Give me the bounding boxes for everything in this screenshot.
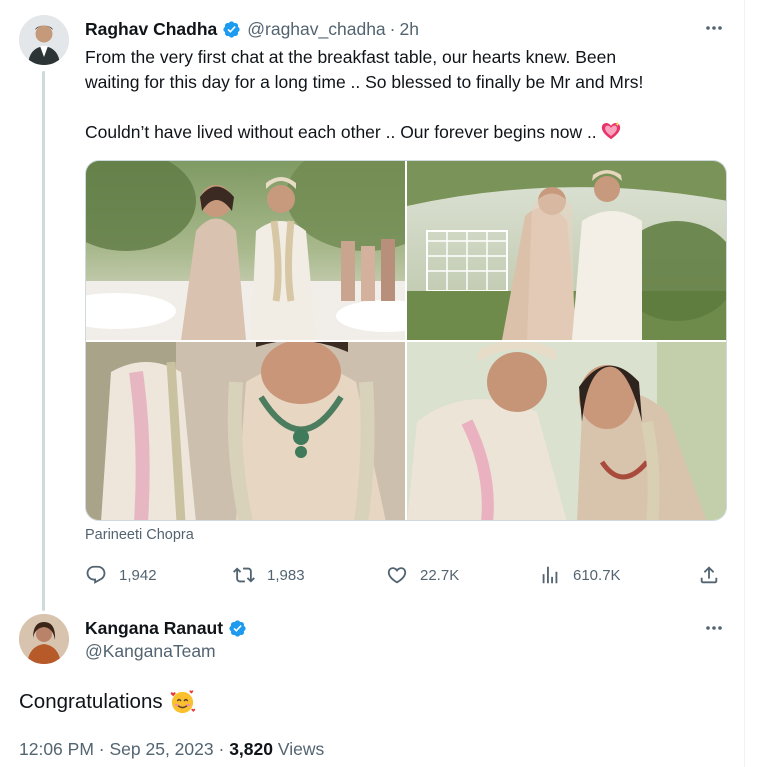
retweet-button[interactable]: 1,983: [233, 562, 305, 588]
media-grid[interactable]: [85, 160, 727, 521]
tweet-header: Raghav Chadha @raghav_chadha · 2h: [85, 17, 419, 41]
tweet-text-line: From the very first chat at the breakfas…: [85, 47, 617, 67]
retweet-count: 1,983: [267, 566, 305, 584]
tweet-text-line: waiting for this day for a long time .. …: [85, 72, 644, 92]
separator-dot: ·: [389, 18, 396, 39]
post-date[interactable]: Sep 25, 2023: [109, 739, 213, 759]
right-border: [744, 0, 745, 767]
heart-icon: [387, 567, 407, 584]
separator-dot: ·: [98, 739, 105, 759]
like-button[interactable]: 22.7K: [386, 562, 459, 588]
analytics-icon: [542, 566, 558, 584]
smiling-face-with-hearts-icon: [169, 688, 196, 715]
tweet[interactable]: Raghav Chadha @raghav_chadha · 2h From t…: [0, 0, 744, 611]
more-options-icon[interactable]: [702, 616, 726, 640]
reply-count: 1,942: [119, 566, 157, 584]
reply-author: Kangana Ranaut: [85, 616, 253, 640]
verified-badge-icon: [228, 619, 247, 638]
more-options-icon[interactable]: [702, 16, 726, 40]
avatar[interactable]: [19, 614, 69, 664]
wedding-photo-4[interactable]: [407, 342, 726, 520]
reply-button[interactable]: 1,942: [85, 562, 157, 588]
author-name[interactable]: Raghav Chadha: [85, 19, 217, 40]
views-button[interactable]: 610.7K: [539, 562, 621, 588]
tweet-actions: 1,942 1,983 22.7K 610.7K: [85, 562, 725, 588]
media-caption[interactable]: Parineeti Chopra: [85, 527, 194, 543]
reply-text-content: Congratulations: [19, 689, 163, 713]
views-label: Views: [277, 739, 325, 759]
reply-icon: [86, 565, 106, 584]
share-icon: [700, 566, 718, 584]
author-name[interactable]: Kangana Ranaut: [85, 618, 223, 639]
thread-line: [42, 71, 45, 611]
tweet-text: From the very first chat at the breakfas…: [85, 45, 735, 145]
author-handle[interactable]: @raghav_chadha: [247, 19, 385, 40]
post-time[interactable]: 12:06 PM: [19, 739, 94, 759]
like-count: 22.7K: [420, 566, 460, 584]
retweet-icon: [233, 567, 255, 583]
views-count: 610.7K: [573, 566, 621, 584]
views-count: 3,820: [229, 739, 273, 759]
tweet-time[interactable]: 2h: [400, 19, 419, 40]
separator-dot: ·: [218, 739, 225, 759]
wedding-photo-2[interactable]: [407, 161, 726, 340]
avatar[interactable]: [19, 15, 69, 65]
tweet-text-line: Couldn’t have lived without each other .…: [85, 120, 735, 145]
tweet-meta: 12:06 PM · Sep 25, 2023 · 3,820 Views: [19, 739, 324, 760]
reply-text: Congratulations: [19, 688, 196, 715]
sparkling-heart-icon: [600, 120, 622, 142]
author-handle[interactable]: @KanganaTeam: [85, 641, 216, 662]
verified-badge-icon: [222, 20, 241, 39]
wedding-photo-3[interactable]: [86, 342, 405, 520]
tweet-text-line-3: Couldn’t have lived without each other .…: [85, 122, 597, 142]
wedding-photo-1[interactable]: [86, 161, 405, 340]
share-button[interactable]: [698, 562, 720, 588]
